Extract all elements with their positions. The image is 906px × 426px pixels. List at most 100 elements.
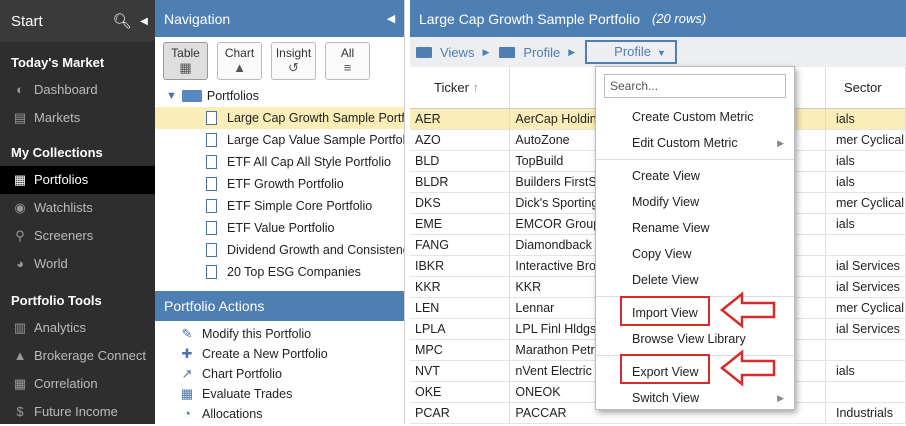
cell-sector: ials — [825, 150, 906, 172]
chart-portfolio-link[interactable]: ↗ Chart Portfolio — [155, 364, 404, 384]
cell-sector: ials — [825, 171, 906, 193]
allocations-link[interactable]: ◔ Allocations — [155, 404, 404, 424]
menu-search-input[interactable]: Search... — [604, 74, 786, 98]
cell-ticker: AZO — [410, 129, 511, 151]
portfolio-item[interactable]: ETF Simple Core Portfolio — [155, 195, 404, 217]
breadcrumb-label: Views — [440, 44, 475, 60]
portfolio-label: 20 Top ESG Companies — [227, 265, 361, 279]
sidebar-item-label: World — [34, 256, 68, 271]
sidebar-item-analytics[interactable]: ▥ Analytics — [0, 314, 155, 342]
insight-icon: ↺ — [288, 60, 299, 75]
portfolio-actions-title: Portfolio Actions — [164, 298, 265, 314]
list-icon: ≡ — [343, 60, 352, 75]
portfolio-item[interactable]: 20 Top ESG Companies — [155, 261, 404, 283]
cell-sector: mer Cyclical — [825, 192, 906, 214]
cell-sector: mer Cyclical — [825, 129, 906, 151]
view-button-label: All — [340, 46, 355, 60]
menu-item-switch-view[interactable]: Switch View ▶ — [596, 385, 794, 411]
view-button-label: Table — [171, 46, 200, 60]
breadcrumb-views[interactable]: Views ▶ — [416, 45, 489, 60]
pie-chart-icon: ◔ — [183, 406, 191, 421]
sidebar-item-future-income[interactable]: $ Future Income — [0, 398, 155, 426]
sidebar-item-watchlists[interactable]: ◉ Watchlists — [0, 194, 155, 222]
globe-icon: ◕ — [16, 256, 24, 271]
action-label: Modify this Portfolio — [202, 327, 312, 341]
insight-view-button[interactable]: Insight ↺ — [271, 42, 316, 80]
portfolio-item[interactable]: Large Cap Value Sample Portfolio — [155, 129, 404, 151]
tree-folder-portfolios[interactable]: ▼ Portfolios — [155, 85, 404, 107]
breadcrumb-profile[interactable]: Profile ▶ — [499, 45, 575, 60]
sidebar-item-label: Portfolios — [34, 172, 89, 187]
sidebar-item-brokerage-connect[interactable]: ▲ Brokerage Connect — [0, 342, 155, 370]
search-icon: ⚲ — [15, 228, 25, 243]
menu-item-rename-view[interactable]: Rename View — [596, 215, 794, 241]
cell-sector: ials — [825, 213, 906, 235]
portfolio-label: Large Cap Growth Sample Portfolio — [227, 111, 404, 125]
sidebar-item-label: Screeners — [34, 228, 94, 243]
menu-item-copy-view[interactable]: Copy View — [596, 241, 794, 267]
table-view-button[interactable]: Table ▦ — [163, 42, 208, 80]
action-label: Allocations — [202, 407, 263, 421]
document-icon — [206, 221, 217, 235]
menu-item-create-view[interactable]: Create View — [596, 163, 794, 189]
collapse-icon[interactable]: ◀ — [133, 16, 155, 27]
portfolio-item[interactable]: Dividend Growth and Consistency — [155, 239, 404, 261]
portfolio-label: ETF All Cap All Style Portfolio — [227, 155, 391, 169]
folder-open-icon — [181, 90, 202, 102]
binoculars-icon: ◉ — [14, 200, 26, 215]
create-portfolio-link[interactable]: ✚ Create a New Portfolio — [155, 344, 404, 364]
app-sidebar: Start 🔍︎ ◀ Today's Market ◐ Dashboard ▤ Ma… — [0, 0, 155, 424]
navigation-panel: Navigation ◀ Table ▦ Chart ▲ Insight ↺ All ≡… — [155, 0, 405, 424]
view-mode-buttons: Table ▦ Chart ▲ Insight ↺ All ≡ — [155, 37, 404, 85]
chevron-right-icon: ▶ — [482, 46, 490, 57]
sidebar-item-label: Future Income — [34, 404, 118, 419]
document-icon — [206, 265, 217, 279]
folder-icon — [416, 46, 432, 58]
portfolio-item[interactable]: Large Cap Growth Sample Portfolio — [155, 107, 404, 129]
menu-item-edit-custom-metric[interactable]: Edit Custom Metric ▶ — [596, 130, 794, 156]
breadcrumb: Views ▶ Profile ▶ Profile ▼ — [410, 37, 906, 67]
portfolio-item[interactable]: ETF Value Portfolio — [155, 217, 404, 239]
menu-item-create-custom-metric[interactable]: Create Custom Metric — [596, 104, 794, 130]
sidebar-item-label: Dashboard — [34, 82, 98, 97]
caret-down-icon: ▼ — [657, 48, 666, 58]
sidebar-item-screeners[interactable]: ⚲ Screeners — [0, 222, 155, 250]
sidebar-item-portfolios[interactable]: ▦ Portfolios — [0, 166, 155, 194]
cell-ticker: LEN — [410, 297, 511, 319]
sidebar-item-correlation[interactable]: ▦ Correlation — [0, 370, 155, 398]
portfolio-actions-header: Portfolio Actions — [155, 291, 404, 321]
evaluate-trades-link[interactable]: ▦ Evaluate Trades — [155, 384, 404, 404]
sort-up-icon: ↑ — [472, 79, 480, 95]
column-header-ticker[interactable]: Ticker ↑ — [410, 67, 511, 109]
folder-label: Portfolios — [206, 89, 259, 103]
portfolio-item[interactable]: ETF Growth Portfolio — [155, 173, 404, 195]
chart-view-button[interactable]: Chart ▲ — [217, 42, 262, 80]
cell-sector: ial Services — [825, 318, 906, 340]
profile-view-dropdown[interactable]: Profile ▼ — [585, 40, 678, 64]
menu-item-modify-view[interactable]: Modify View — [596, 189, 794, 215]
all-view-button[interactable]: All ≡ — [325, 42, 370, 80]
cell-sector: mer Cyclical — [825, 297, 906, 319]
cell-sector: ials — [825, 108, 906, 130]
view-button-label: Chart — [224, 46, 255, 60]
navigation-title: Navigation — [164, 10, 231, 27]
submenu-arrow-icon: ▶ — [777, 138, 784, 148]
column-label: Sector — [843, 79, 882, 95]
cell-ticker: EME — [410, 213, 511, 235]
search-icon[interactable]: 🔍︎ — [111, 12, 133, 30]
table-icon: ▦ — [179, 60, 192, 75]
export-view-highlight-box — [620, 354, 710, 384]
collapse-icon[interactable]: ◀ — [378, 12, 404, 25]
submenu-arrow-icon: ▶ — [777, 393, 784, 403]
start-label[interactable]: Start — [11, 13, 111, 30]
calculator-icon: ▦ — [180, 386, 194, 401]
portfolio-label: ETF Value Portfolio — [227, 221, 335, 235]
sidebar-item-dashboard[interactable]: ◐ Dashboard — [0, 76, 155, 104]
sidebar-item-world[interactable]: ◕ World — [0, 250, 155, 278]
cell-sector — [825, 234, 906, 256]
bar-chart-icon: ▥ — [13, 320, 27, 335]
modify-portfolio-link[interactable]: ✎ Modify this Portfolio — [155, 324, 404, 344]
sidebar-item-markets[interactable]: ▤ Markets — [0, 104, 155, 132]
column-header-sector[interactable]: Sector — [825, 67, 906, 109]
portfolio-item[interactable]: ETF All Cap All Style Portfolio — [155, 151, 404, 173]
